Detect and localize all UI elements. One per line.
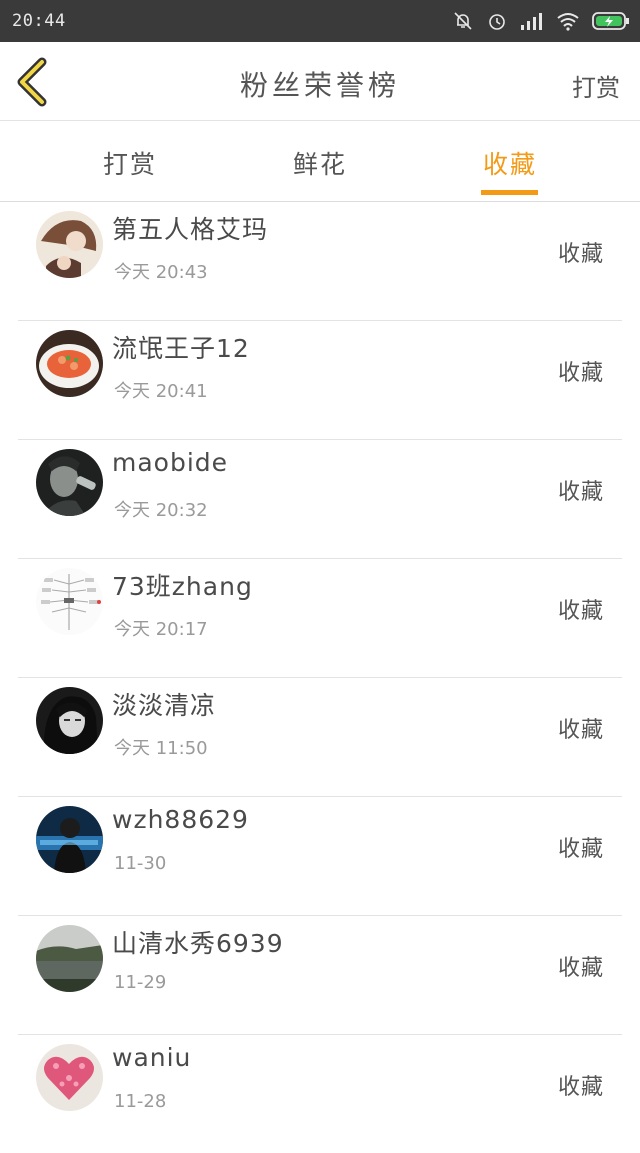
list-item[interactable]: 73班zhang 今天 20:17 收藏 [18, 559, 622, 678]
list-item[interactable]: maobide 今天 20:32 收藏 [18, 440, 622, 559]
tab-bar: 打赏 鲜花 收藏 [0, 121, 640, 202]
user-name: 73班zhang [112, 572, 253, 601]
avatar [36, 211, 103, 278]
timestamp: 今天 20:41 [114, 381, 208, 402]
user-name: 淡淡清凉 [112, 691, 217, 720]
fan-list: 第五人格艾玛 今天 20:43 收藏 流氓王子12 今天 20:41 收藏 ma… [18, 202, 622, 1153]
user-name: 山清水秀6939 [112, 929, 284, 958]
alarm-icon [486, 10, 508, 32]
active-tab-indicator [481, 190, 538, 195]
avatar [36, 1044, 103, 1111]
user-name: 流氓王子12 [112, 334, 250, 363]
timestamp: 11-28 [114, 1091, 167, 1112]
user-name: maobide [112, 448, 229, 477]
tab-flowers[interactable]: 鲜花 [250, 145, 390, 181]
signal-icon [520, 11, 544, 31]
page-title: 粉丝荣誉榜 [239, 69, 400, 102]
timestamp: 11-30 [114, 853, 167, 874]
user-name: waniu [112, 1043, 192, 1072]
user-name: 第五人格艾玛 [112, 215, 269, 244]
action-tag: 收藏 [557, 599, 604, 624]
timestamp: 今天 11:50 [114, 738, 208, 759]
timestamp: 今天 20:17 [114, 619, 208, 640]
list-item[interactable]: 淡淡清凉 今天 11:50 收藏 [18, 678, 622, 797]
avatar [36, 687, 103, 754]
list-item[interactable]: wzh88629 11-30 收藏 [18, 797, 622, 916]
status-bar: 20:44 [0, 0, 640, 42]
tab-reward[interactable]: 打赏 [60, 145, 200, 181]
avatar [36, 330, 103, 397]
status-time: 20:44 [12, 11, 66, 31]
list-item[interactable]: 第五人格艾玛 今天 20:43 收藏 [18, 202, 622, 321]
avatar [36, 806, 103, 873]
action-tag: 收藏 [557, 242, 604, 267]
action-tag: 收藏 [557, 480, 604, 505]
list-item[interactable]: 山清水秀6939 11-29 收藏 [18, 916, 622, 1035]
action-tag: 收藏 [557, 1075, 604, 1100]
avatar [36, 568, 103, 635]
list-item[interactable]: 流氓王子12 今天 20:41 收藏 [18, 321, 622, 440]
action-tag: 收藏 [557, 837, 604, 862]
avatar [36, 925, 103, 992]
action-tag: 收藏 [557, 718, 604, 743]
timestamp: 今天 20:43 [114, 262, 208, 283]
reward-action-button[interactable]: 打赏 [572, 68, 620, 103]
tab-favorites[interactable]: 收藏 [440, 145, 580, 181]
mute-icon [452, 10, 474, 32]
action-tag: 收藏 [557, 956, 604, 981]
timestamp: 今天 20:32 [114, 500, 208, 521]
wifi-icon [556, 11, 580, 31]
top-nav-bar: 粉丝荣誉榜 打赏 [0, 42, 640, 121]
avatar [36, 449, 103, 516]
battery-icon [592, 11, 630, 31]
user-name: wzh88629 [112, 805, 249, 834]
action-tag: 收藏 [557, 361, 604, 386]
list-item[interactable]: waniu 11-28 收藏 [18, 1035, 622, 1153]
timestamp: 11-29 [114, 972, 167, 993]
